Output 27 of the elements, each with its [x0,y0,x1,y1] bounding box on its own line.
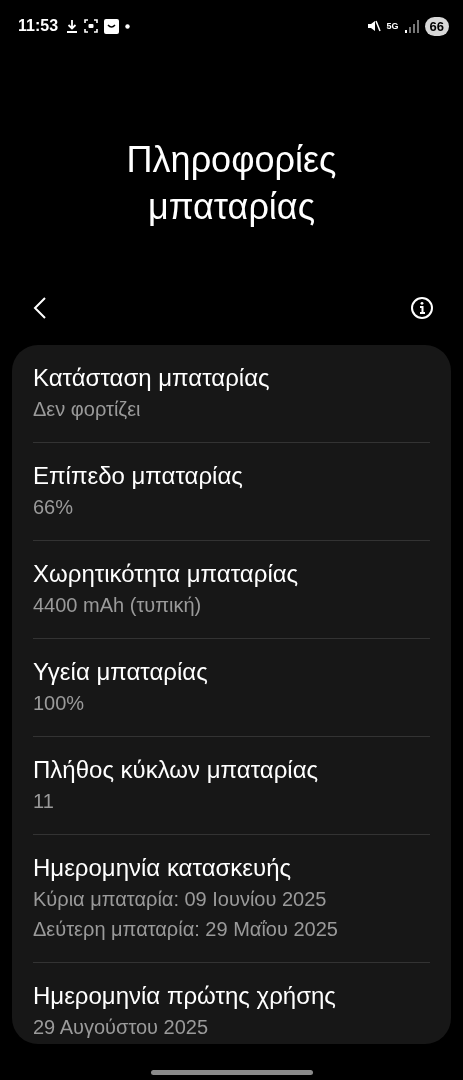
app-icon [104,18,120,34]
row-value: Κύρια μπαταρία: 09 Ιουνίου 2025 [33,887,328,912]
row-label: Κατάσταση μπαταρίας [33,363,271,393]
signal-icon [404,19,419,33]
row-label: Υγεία μπαταρίας [33,657,209,687]
row-value: Δεν φορτίζει [33,397,142,422]
row-value: 11 [33,789,55,814]
battery-indicator: 66 [424,16,449,36]
row-value: 29 Αυγούστου 2025 [33,1015,210,1040]
network-type: 5G [386,21,399,31]
row-label: Ημερομηνία πρώτης χρήσης [33,981,337,1011]
row-value: 4400 mAh (τυπική) [33,593,203,618]
row-value: Δεύτερη μπαταρία: 29 Μαΐου 2025 [33,917,339,942]
page-title: Πληροφορίες μπαταρίας [125,138,338,229]
back-icon[interactable] [33,296,47,320]
status-time: 11:53 [18,17,59,35]
mute-icon [366,19,381,33]
download-icon [66,19,79,33]
row-value: 100% [33,691,86,716]
screenshot-icon [84,19,99,33]
info-icon[interactable] [410,296,434,320]
row-label: Πλήθος κύκλων μπαταρίας [33,755,320,785]
row-label: Επίπεδο μπαταρίας [33,461,244,491]
row-label: Ημερομηνία κατασκευής [33,853,293,883]
row-label: Χωρητικότητα μπαταρίας [33,559,300,589]
row-value: 66% [33,495,75,520]
notification-dot-icon [125,23,131,29]
